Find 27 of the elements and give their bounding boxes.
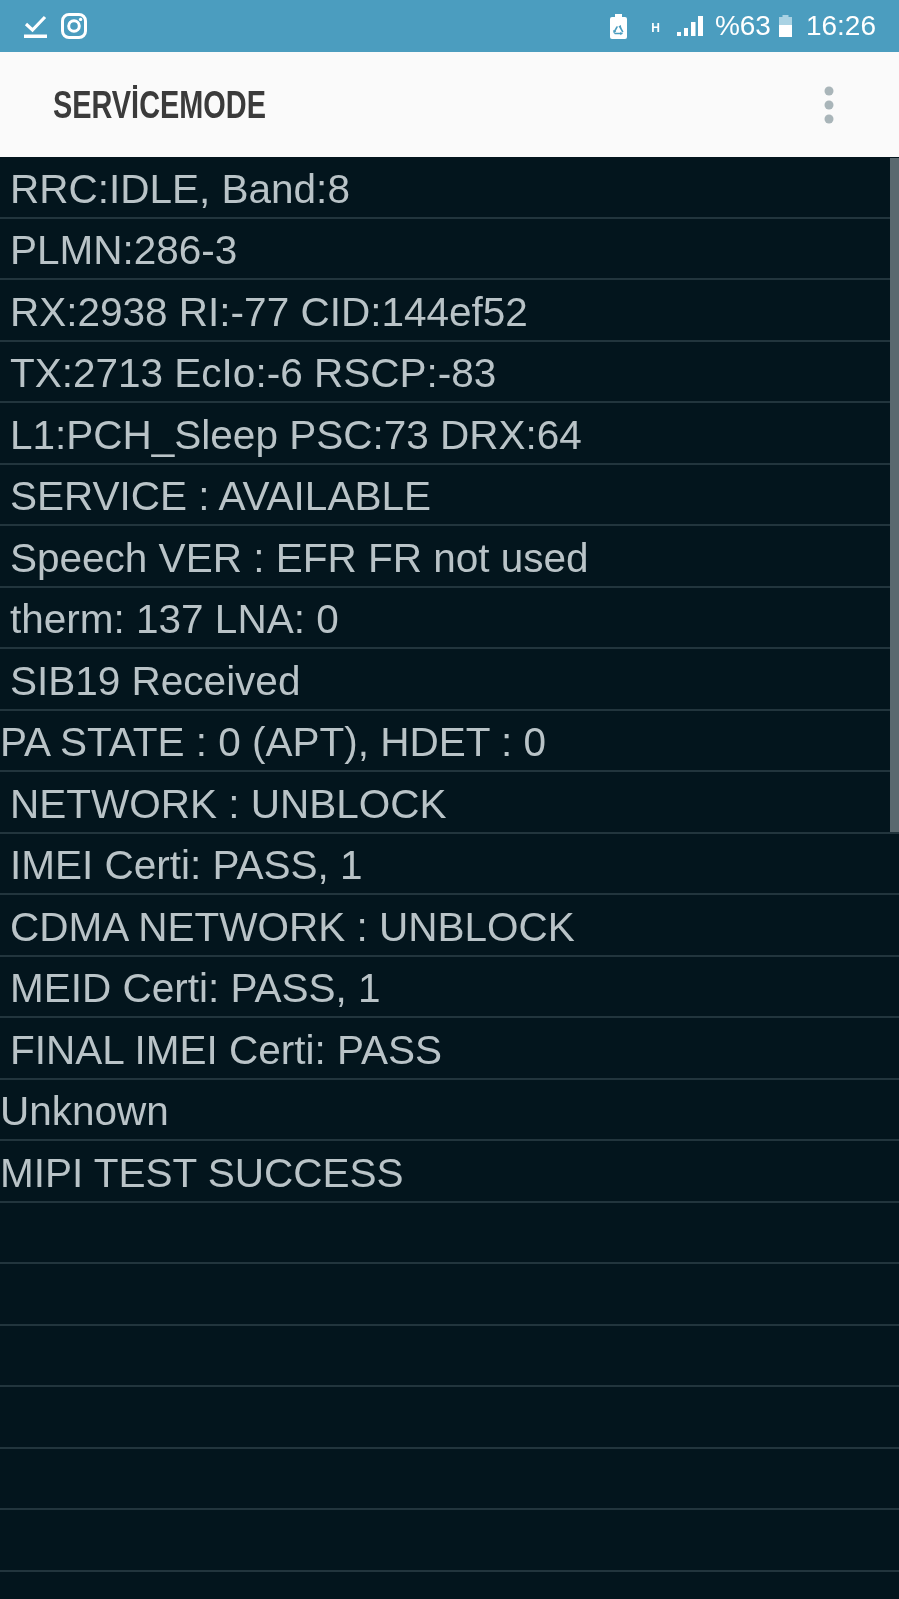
service-info-text: CDMA NETWORK : UNBLOCK xyxy=(10,902,575,951)
service-info-text: FINAL IMEI Certi: PASS xyxy=(10,1025,443,1074)
service-info-text: MIPI TEST SUCCESS xyxy=(0,1148,404,1197)
service-info-text: PLMN:286-3 xyxy=(10,226,238,275)
service-info-text: SERVICE : AVAILABLE xyxy=(10,472,431,521)
battery-recycle-icon xyxy=(610,13,628,39)
battery-icon xyxy=(778,15,792,37)
network-type-label: H xyxy=(651,22,660,35)
service-info-text: Unknown xyxy=(0,1087,169,1136)
service-info-text: TX:2713 EcIo:-6 RSCP:-83 xyxy=(10,349,497,398)
clock-time: 16:26 xyxy=(805,10,876,42)
service-info-text: therm: 137 LNA: 0 xyxy=(10,595,339,644)
service-info-text: Speech VER : EFR FR not used xyxy=(10,533,589,582)
service-info-text: L1:PCH_Sleep PSC:73 DRX:64 xyxy=(10,410,582,459)
service-info-text: RX:2938 RI:-77 CID:144ef52 xyxy=(10,287,528,336)
tick-icon xyxy=(24,14,47,38)
battery-percentage: %63 xyxy=(714,10,771,42)
service-info-text: IMEI Certi: PASS, 1 xyxy=(10,841,363,890)
service-info-text: NETWORK : UNBLOCK xyxy=(10,779,447,828)
screen-title: SERVİCEMODE xyxy=(53,82,266,127)
signal-icon xyxy=(676,16,703,36)
more-options-icon[interactable] xyxy=(824,85,834,124)
service-info-text: MEID Certi: PASS, 1 xyxy=(10,964,381,1013)
service-info-text: RRC:IDLE, Band:8 xyxy=(10,164,350,213)
camera-icon xyxy=(61,13,87,39)
service-info-text: SIB19 Received xyxy=(10,656,301,705)
service-info-text: PA STATE : 0 (APT), HDET : 0 xyxy=(0,718,547,767)
